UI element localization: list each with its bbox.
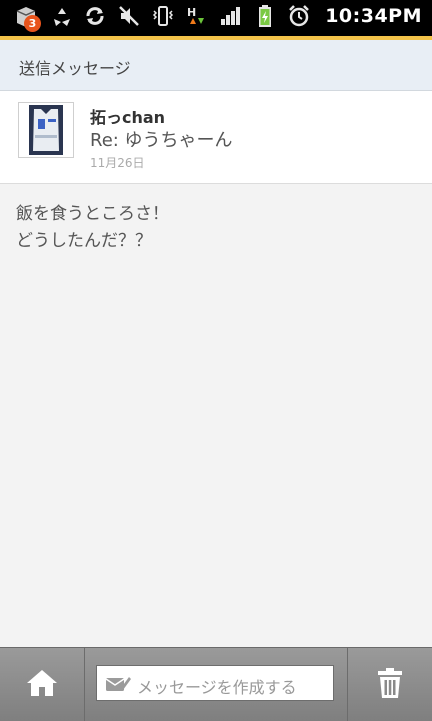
recycle-icon (50, 5, 74, 29)
network-h-icon: H (185, 4, 209, 28)
avatar[interactable] (18, 102, 74, 158)
notification-count-badge: 3 (24, 15, 41, 32)
bottom-action-bar: メッセージを作成する (0, 647, 432, 721)
clock: 10:34PM (325, 5, 422, 27)
compose-envelope-icon (105, 674, 131, 698)
message-date: 11月26日 (90, 156, 145, 170)
trash-icon (376, 667, 404, 703)
sender-name: 拓っchan (90, 108, 166, 127)
compose-placeholder: メッセージを作成する (137, 678, 297, 697)
sync-icon (83, 4, 107, 28)
alarm-icon (287, 4, 311, 28)
home-button[interactable] (0, 648, 85, 721)
delete-button[interactable] (347, 648, 432, 721)
status-bar: 3 H 10:34PM (0, 0, 432, 36)
message-body-line: どうしたんだ？？ (16, 231, 152, 251)
compose-message-input[interactable]: メッセージを作成する (96, 665, 334, 701)
battery-icon (253, 4, 277, 28)
svg-text:H: H (187, 6, 196, 19)
app-notification-icon[interactable]: 3 (14, 5, 41, 32)
message-subject: Re: ゆうちゃーん (90, 130, 233, 151)
screen-header: 送信メッセージ (0, 40, 432, 91)
page-title: 送信メッセージ (19, 59, 131, 78)
home-icon (25, 668, 59, 702)
message-body: 飯を食うところさ！ どうしたんだ？？ (16, 201, 416, 255)
signal-icon (219, 4, 243, 28)
vibrate-icon (151, 4, 175, 28)
mute-icon (117, 4, 141, 28)
message-summary[interactable]: 拓っchan Re: ゆうちゃーん 11月26日 (0, 91, 432, 184)
message-body-line: 飯を食うところさ！ (16, 204, 169, 224)
